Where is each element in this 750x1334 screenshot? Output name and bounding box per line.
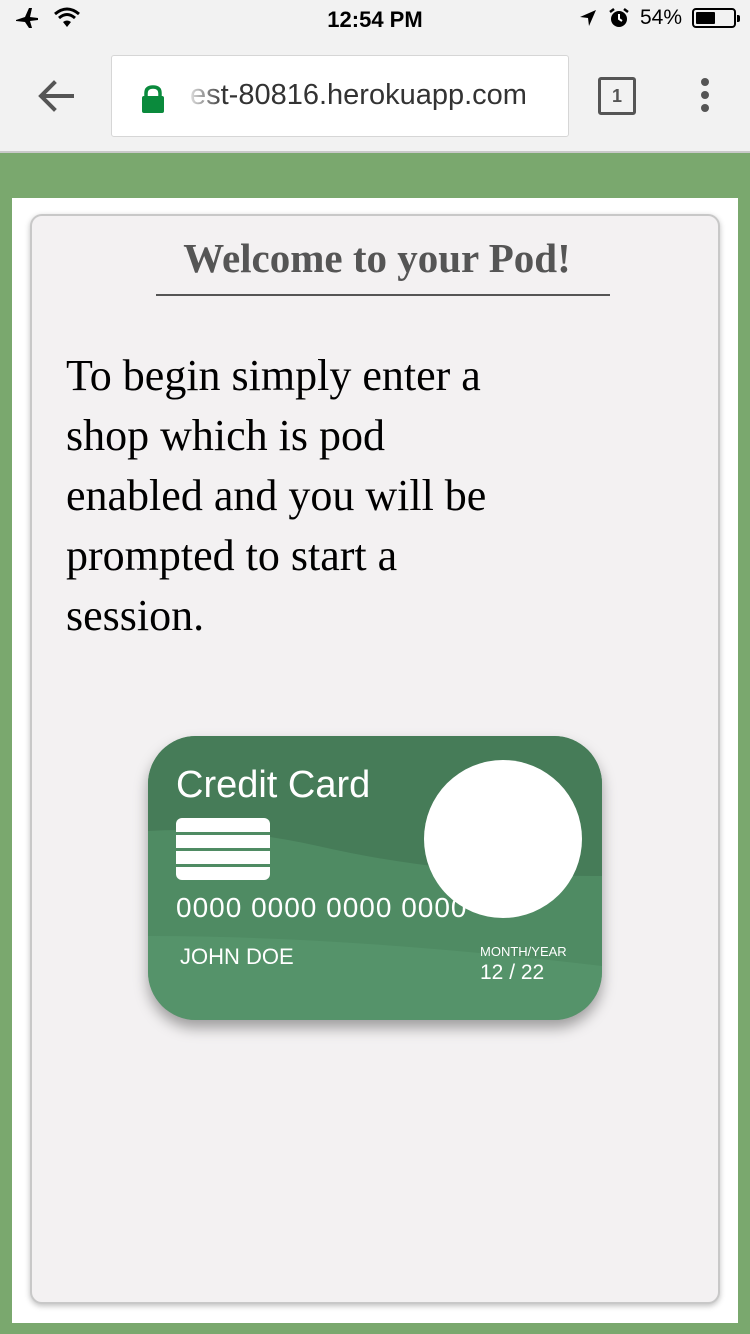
location-arrow-icon	[579, 10, 596, 26]
card-holder-name: JOHN DOE	[180, 944, 294, 969]
page-content: Welcome to your Pod! To begin simply ent…	[0, 155, 750, 1334]
url-text: est-80816.herokuapp.com	[190, 79, 527, 111]
welcome-card: Welcome to your Pod! To begin simply ent…	[30, 214, 720, 1304]
alarm-icon	[609, 8, 629, 27]
card-expiry-label: MONTH/YEAR	[480, 944, 567, 959]
card-chip	[176, 818, 270, 880]
intro-text: To begin simply enter a shop which is po…	[66, 351, 487, 640]
card-number: 0000 0000 0000 0000	[176, 892, 468, 923]
back-arrow-icon[interactable]	[34, 74, 78, 118]
battery-level	[696, 12, 715, 24]
tab-switcher-button[interactable]: 1	[598, 77, 636, 115]
card-title: Credit Card	[176, 764, 371, 806]
battery-percent: 54%	[639, 6, 682, 29]
address-bar[interactable]: est-80816.herokuapp.com	[111, 55, 569, 137]
card-expiry: 12 / 22	[480, 961, 545, 984]
browser-toolbar: est-80816.herokuapp.com 1	[0, 40, 750, 153]
battery-icon	[692, 8, 740, 28]
credit-card-image: Credit Card 0000 0000 0000 0000 JOHN DOE…	[148, 736, 602, 1020]
content-panel: Welcome to your Pod! To begin simply ent…	[12, 198, 738, 1323]
status-bar: 12:54 PM 54%	[0, 0, 750, 40]
url-fade	[184, 56, 224, 136]
overflow-menu-icon[interactable]	[694, 78, 716, 118]
title-divider	[156, 294, 610, 296]
page-title: Welcome to your Pod!	[183, 235, 571, 281]
lock-icon	[142, 85, 164, 113]
